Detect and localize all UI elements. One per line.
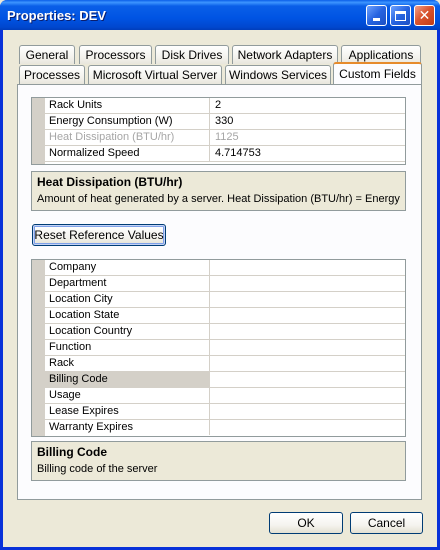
tab-network-adapters[interactable]: Network Adapters	[232, 45, 338, 64]
maximize-icon	[395, 10, 406, 21]
tab-label: Network Adapters	[237, 48, 333, 62]
property-name: Warranty Expires	[45, 420, 210, 435]
property-name: Location Country	[45, 324, 210, 339]
grid-row-rack-units[interactable]: Rack Units 2	[45, 98, 405, 114]
property-description: Heat Dissipation (BTU/hr) Amount of heat…	[31, 171, 406, 211]
tab-disk-drives[interactable]: Disk Drives	[155, 45, 229, 64]
grid-row-warranty-expires[interactable]: Warranty Expires	[45, 420, 405, 436]
property-value: 1125	[215, 131, 239, 143]
property-value[interactable]	[211, 404, 405, 419]
description-text: Amount of heat generated by a server. He…	[37, 193, 400, 205]
property-name: Function	[45, 340, 210, 355]
tab-processes[interactable]: Processes	[19, 65, 85, 84]
tab-label: Processors	[85, 48, 146, 62]
tab-label: Applications	[348, 48, 414, 62]
property-name: Usage	[45, 388, 210, 403]
maximize-button[interactable]	[390, 5, 411, 26]
tab-windows-services[interactable]: Windows Services	[225, 65, 331, 84]
property-name: Company	[45, 260, 210, 275]
property-name: Energy Consumption (W)	[45, 114, 210, 129]
grid-row-company[interactable]: Company	[45, 260, 405, 276]
tab-label: General	[25, 48, 69, 62]
grid-row-billing-code[interactable]: Billing Code	[45, 372, 405, 388]
grid-row-location-state[interactable]: Location State	[45, 308, 405, 324]
property-value[interactable]	[211, 356, 405, 371]
property-name: Billing Code	[45, 372, 210, 387]
reference-values-grid: Rack Units 2 Energy Consumption (W) 330 …	[31, 97, 406, 165]
property-value[interactable]: 4.714753	[211, 146, 405, 161]
tab-microsoft-virtual-server[interactable]: Microsoft Virtual Server	[88, 65, 222, 84]
property-value[interactable]	[211, 340, 405, 355]
property-name: Lease Expires	[45, 404, 210, 419]
grid-gutter	[32, 98, 45, 164]
window-title: Properties: DEV	[7, 8, 106, 23]
tab-general[interactable]: General	[19, 45, 75, 64]
property-value[interactable]	[211, 308, 405, 323]
property-value[interactable]	[211, 388, 405, 403]
tab-custom-fields[interactable]: Custom Fields	[333, 62, 422, 84]
grid-row-rack[interactable]: Rack	[45, 356, 405, 372]
description-text: Billing code of the server	[37, 463, 158, 475]
cancel-button[interactable]: Cancel	[350, 512, 423, 534]
grid-row-lease-expires[interactable]: Lease Expires	[45, 404, 405, 420]
grid-row-usage[interactable]: Usage	[45, 388, 405, 404]
custom-fields-panel: Rack Units 2 Energy Consumption (W) 330 …	[17, 84, 422, 500]
ok-button[interactable]: OK	[269, 512, 343, 534]
property-name: Rack Units	[45, 98, 210, 113]
button-label: Cancel	[367, 516, 406, 530]
property-value[interactable]: 330	[211, 114, 405, 129]
grid-row-location-country[interactable]: Location Country	[45, 324, 405, 340]
property-value[interactable]	[211, 260, 405, 275]
property-value[interactable]	[211, 324, 405, 339]
grid-row-function[interactable]: Function	[45, 340, 405, 356]
button-label: Reset Reference Values	[34, 228, 164, 242]
field-description: Billing Code Billing code of the server	[31, 441, 406, 481]
property-name: Department	[45, 276, 210, 291]
grid-row-heat-dissipation[interactable]: Heat Dissipation (BTU/hr) 1125	[45, 130, 405, 146]
grid-row-energy-consumption[interactable]: Energy Consumption (W) 330	[45, 114, 405, 130]
property-value[interactable]	[211, 276, 405, 291]
custom-fields-grid: Company Department Location City Locatio…	[31, 259, 406, 437]
tab-label: Custom Fields	[339, 67, 416, 81]
tab-label: Windows Services	[228, 68, 328, 82]
property-value[interactable]	[211, 420, 405, 435]
property-value[interactable]	[211, 372, 405, 387]
property-name: Location State	[45, 308, 210, 323]
description-title: Billing Code	[37, 445, 107, 459]
property-name: Rack	[45, 356, 210, 371]
grid-gutter	[32, 260, 45, 436]
close-button[interactable]: ✕	[414, 5, 435, 26]
button-label: OK	[297, 516, 315, 530]
property-name: Heat Dissipation (BTU/hr)	[45, 130, 210, 145]
tab-label: Microsoft Virtual Server	[92, 68, 218, 82]
grid-row-department[interactable]: Department	[45, 276, 405, 292]
property-name: Location City	[45, 292, 210, 307]
minimize-icon	[373, 18, 380, 21]
tab-processors[interactable]: Processors	[79, 45, 152, 64]
property-value[interactable]	[211, 292, 405, 307]
grid-row-location-city[interactable]: Location City	[45, 292, 405, 308]
property-value[interactable]: 2	[211, 98, 405, 113]
title-bar[interactable]: Properties: DEV ✕	[0, 0, 440, 30]
description-title: Heat Dissipation (BTU/hr)	[37, 175, 183, 189]
tab-label: Processes	[23, 68, 81, 82]
close-icon: ✕	[418, 7, 431, 24]
property-name: Normalized Speed	[45, 146, 210, 161]
tab-label: Disk Drives	[161, 48, 223, 62]
grid-row-normalized-speed[interactable]: Normalized Speed 4.714753	[45, 146, 405, 162]
reset-reference-values-button[interactable]: Reset Reference Values	[32, 224, 166, 246]
minimize-button[interactable]	[366, 5, 387, 26]
